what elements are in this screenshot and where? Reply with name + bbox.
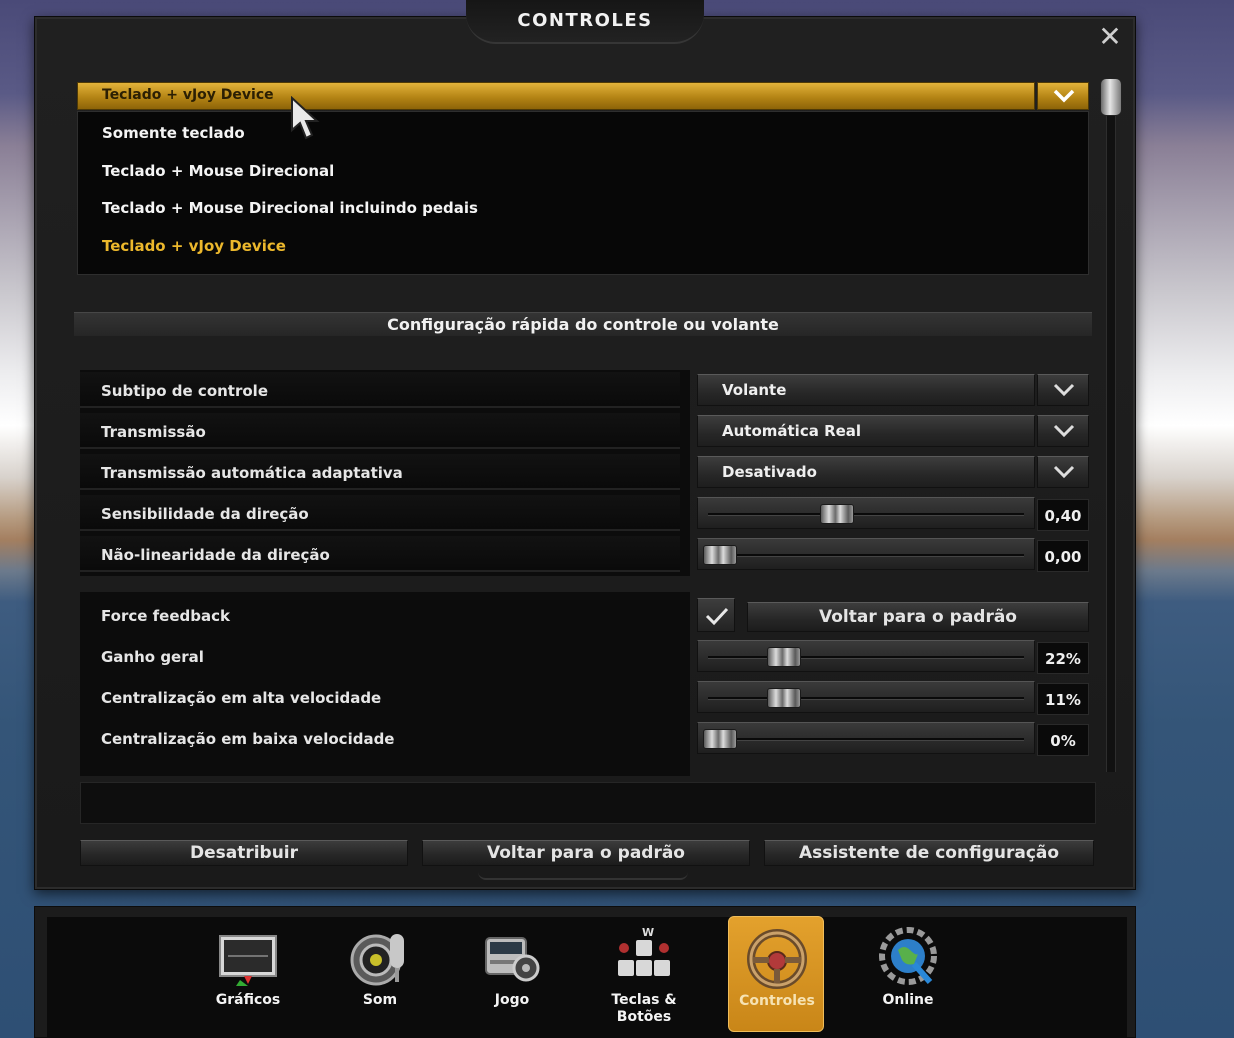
dialog-foot: [478, 872, 688, 880]
chevron-down-icon: [1053, 383, 1075, 397]
slider-knob[interactable]: [767, 647, 802, 667]
checkmark-icon: [705, 607, 729, 626]
nav-keys-buttons[interactable]: W Teclas & Botões: [596, 916, 692, 1032]
device-options-list: Somente teclado Teclado + Mouse Direcion…: [77, 111, 1089, 275]
setting-label: Centralização em alta velocidade: [101, 689, 382, 707]
section-header: Configuração rápida do controle ou volan…: [74, 312, 1092, 336]
adaptive-transmission-toggle[interactable]: [1037, 456, 1089, 488]
high-speed-centering-slider[interactable]: [697, 681, 1035, 713]
nav-label: Online: [882, 992, 934, 1008]
graphics-monitor-icon: [219, 935, 277, 986]
dialog-title: CONTROLES: [517, 10, 653, 31]
overall-gain-slider[interactable]: [697, 640, 1035, 672]
nav-label: Jogo: [494, 992, 530, 1008]
steering-wheel-icon: [747, 929, 807, 989]
controller-subtype-toggle[interactable]: [1037, 374, 1089, 406]
chevron-down-icon: [1053, 424, 1075, 438]
slider-rail: [708, 738, 1024, 741]
nav-controls[interactable]: Controles: [728, 916, 824, 1032]
low-speed-centering-value: 0%: [1037, 724, 1089, 756]
device-option[interactable]: Teclado + Mouse Direcional incluindo ped…: [102, 199, 478, 217]
low-speed-centering-slider[interactable]: [697, 722, 1035, 754]
setting-label: Transmissão: [101, 423, 206, 441]
scrollbar-thumb[interactable]: [1100, 78, 1122, 116]
force-feedback-reset-button[interactable]: Voltar para o padrão: [747, 602, 1089, 632]
nav-online[interactable]: Online: [860, 916, 956, 1032]
sound-speaker-icon: [350, 934, 404, 986]
slider-rail: [708, 513, 1024, 516]
device-option[interactable]: Somente teclado: [102, 124, 245, 142]
nav-label: Teclas & Botões: [611, 992, 677, 1025]
setting-label: Transmissão automática adaptativa: [101, 464, 403, 482]
slider-knob[interactable]: [703, 729, 737, 749]
nav-graphics[interactable]: Gráficos: [200, 916, 296, 1032]
device-select-value: Teclado + vJoy Device: [102, 87, 274, 103]
device-option-selected[interactable]: Teclado + vJoy Device: [102, 237, 286, 255]
truck-icon: [485, 937, 540, 982]
transmission-toggle[interactable]: [1037, 415, 1089, 447]
setting-label: Centralização em baixa velocidade: [101, 730, 395, 748]
slider-rail: [708, 697, 1024, 700]
close-icon[interactable]: ✕: [1096, 23, 1124, 52]
controller-subtype-dropdown[interactable]: Volante: [697, 374, 1035, 406]
overall-gain-value: 22%: [1037, 642, 1089, 674]
slider-knob[interactable]: [767, 688, 802, 708]
reset-defaults-button[interactable]: Voltar para o padrão: [422, 840, 750, 866]
steering-nonlinearity-slider[interactable]: [697, 538, 1035, 570]
steering-sensitivity-slider[interactable]: [697, 497, 1035, 529]
scrollbar-track[interactable]: [1106, 78, 1116, 772]
nav-label: Gráficos: [215, 992, 281, 1008]
nav-label: Controles: [739, 993, 815, 1009]
steering-nonlinearity-value: 0,00: [1037, 540, 1089, 572]
keyboard-keys-icon: W: [618, 926, 670, 976]
info-bar: [80, 782, 1096, 824]
nav-label: Som: [362, 992, 398, 1008]
online-globe-icon: [879, 927, 937, 985]
adaptive-transmission-dropdown[interactable]: Desativado: [697, 456, 1035, 488]
setting-label: Ganho geral: [101, 648, 204, 666]
setup-wizard-button[interactable]: Assistente de configuração: [764, 840, 1094, 866]
steering-sensitivity-value: 0,40: [1037, 499, 1089, 531]
device-option[interactable]: Teclado + Mouse Direcional: [102, 162, 334, 180]
force-feedback-checkbox[interactable]: [697, 598, 735, 632]
device-select-toggle[interactable]: [1037, 82, 1089, 110]
slider-rail: [708, 554, 1024, 557]
chevron-down-icon: [1053, 89, 1075, 103]
slider-rail: [708, 656, 1024, 659]
setting-label: Sensibilidade da direção: [101, 505, 309, 523]
transmission-dropdown[interactable]: Automática Real: [697, 415, 1035, 447]
setting-label: Subtipo de controle: [101, 382, 268, 400]
chevron-down-icon: [1053, 465, 1075, 479]
svg-text:W: W: [642, 926, 654, 939]
unassign-button[interactable]: Desatribuir: [80, 840, 408, 866]
high-speed-centering-value: 11%: [1037, 683, 1089, 715]
setting-label: Force feedback: [101, 607, 230, 625]
nav-sound[interactable]: Som: [332, 916, 428, 1032]
slider-knob[interactable]: [703, 545, 737, 565]
device-select[interactable]: Teclado + vJoy Device: [77, 82, 1035, 110]
setting-label: Não-linearidade da direção: [101, 546, 330, 564]
nav-game[interactable]: Jogo: [464, 916, 560, 1032]
slider-knob[interactable]: [819, 504, 854, 524]
mouse-cursor-icon: [291, 96, 320, 140]
